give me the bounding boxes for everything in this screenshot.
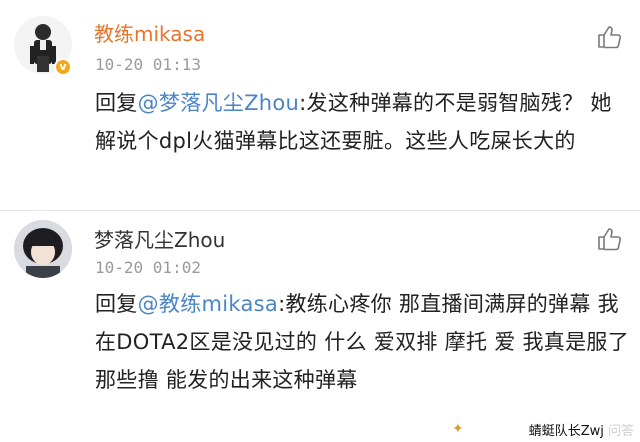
watermark: 蜻蜓队长Zwj 问答 [518,422,640,442]
thumbs-up-icon[interactable] [596,226,622,252]
comment-body: 回复@教练mikasa:教练心疼你 那直播间满屏的弹幕 我在DOTA2区是没见过… [95,285,629,399]
thumbs-up-icon[interactable] [596,24,622,50]
comment-2: 梦落凡尘Zhou 10-20 01:02 回复@教练mikasa:教练心疼你 那… [0,211,640,442]
timestamp: 10-20 01:13 [95,55,201,74]
star-icon: ✦ [452,421,464,437]
watermark-faded-text: 问答 [607,424,634,439]
avatar-image [14,220,72,278]
avatar[interactable] [14,220,72,278]
mention-link[interactable]: @教练mikasa [138,292,278,316]
comment-body: 回复@梦落凡尘Zhou:发这种弹幕的不是弱智脑残？ 她解说个dpl火猫弹幕比这还… [95,84,629,160]
username[interactable]: 梦落凡尘Zhou [94,228,225,252]
username[interactable]: 教练mikasa [94,22,205,46]
reply-prefix: 回复 [95,91,138,115]
reply-prefix: 回复 [95,292,138,316]
verified-badge-icon: v [54,58,72,76]
mention-link[interactable]: @梦落凡尘Zhou [138,91,300,115]
watermark-text: 蜻蜓队长Zwj [528,424,604,439]
timestamp: 10-20 01:02 [95,258,201,277]
comment-1: v 教练mikasa 10-20 01:13 回复@梦落凡尘Zhou:发这种弹幕… [0,0,640,210]
